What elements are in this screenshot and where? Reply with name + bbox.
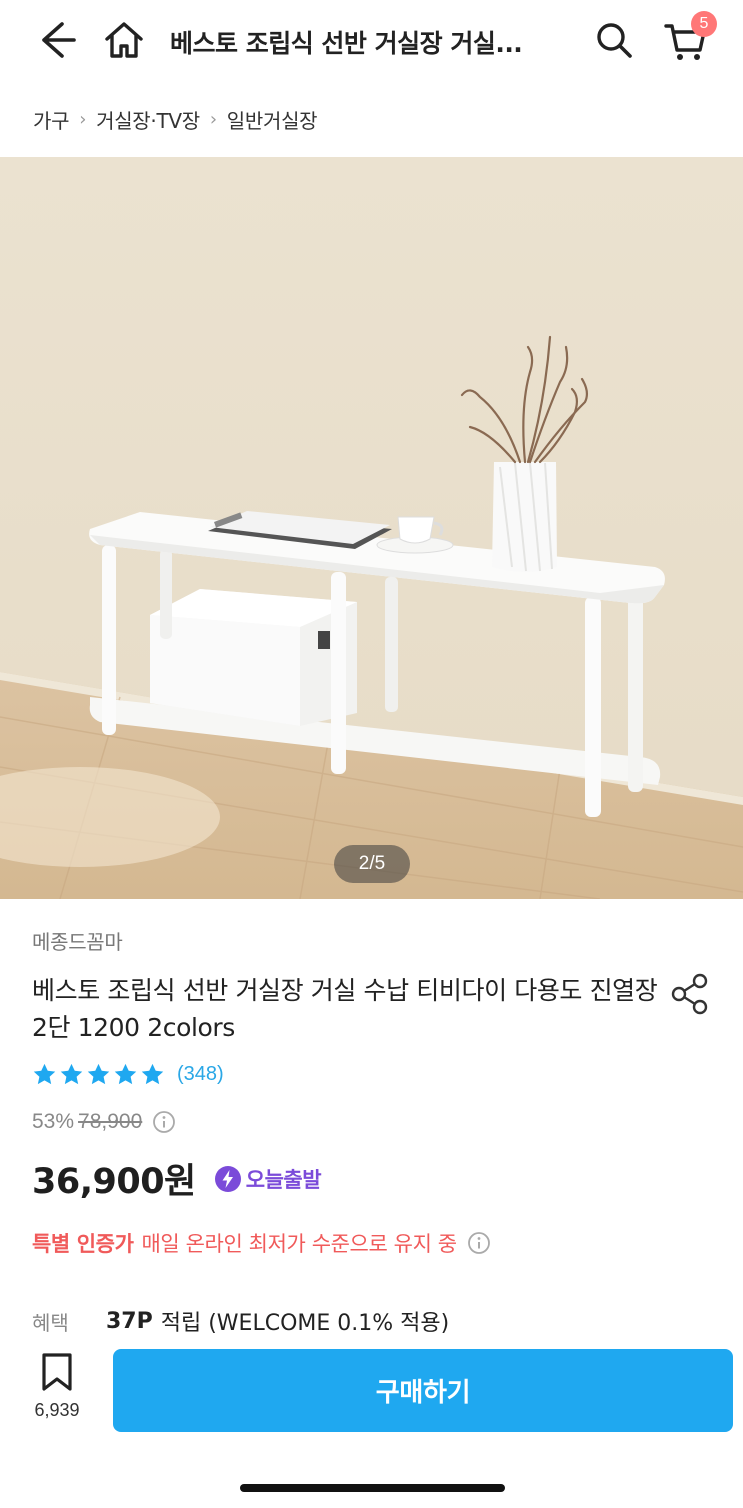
original-price: 78,900	[78, 1110, 143, 1133]
star-icon	[60, 1063, 83, 1085]
info-icon[interactable]	[467, 1231, 491, 1255]
lightning-icon	[214, 1165, 241, 1192]
breadcrumb-item-general[interactable]: 일반거실장	[227, 105, 318, 134]
star-icon	[33, 1063, 56, 1085]
special-price-text: 매일 온라인 최저가 수준으로 유지 중	[141, 1232, 458, 1256]
benefit-row: 혜택 37P 적립 (WELCOME 0.1% 적용)	[32, 1305, 449, 1337]
top-bar: 베스토 조립식 선반 거실장 거실... 5	[0, 0, 743, 84]
gallery-page-indicator: 2/5	[334, 845, 410, 883]
star-icon	[114, 1063, 137, 1085]
special-price-label: 특별 인증가	[32, 1232, 134, 1256]
chevron-right-icon: ›	[209, 108, 217, 130]
share-icon[interactable]	[664, 968, 716, 1020]
discount-row: 53% 78,900	[32, 1110, 176, 1134]
benefit-label: 혜택	[32, 1310, 69, 1335]
star-icon	[141, 1063, 164, 1085]
discount-rate: 53%	[32, 1110, 75, 1133]
breadcrumb: 가구 › 거실장·TV장 › 일반거실장	[33, 104, 318, 134]
page-title: 베스토 조립식 선반 거실장 거실...	[170, 29, 523, 58]
breadcrumb-item-furniture[interactable]: 가구	[33, 105, 70, 134]
today-ship-badge: 오늘출발	[214, 1164, 322, 1194]
price-row: 36,900원 오늘출발	[32, 1153, 322, 1204]
special-price-row: 특별 인증가 매일 온라인 최저가 수준으로 유지 중	[32, 1228, 491, 1258]
home-icon[interactable]	[98, 14, 150, 66]
review-count[interactable]: (348)	[177, 1063, 224, 1086]
breadcrumb-item-living-tv[interactable]: 거실장·TV장	[96, 105, 200, 134]
chevron-right-icon: ›	[79, 108, 87, 130]
sale-price: 36,900원	[32, 1162, 196, 1202]
star-rating	[32, 1062, 165, 1087]
bookmark-icon	[42, 1353, 72, 1391]
benefit-text: 적립 (WELCOME 0.1% 적용)	[160, 1311, 450, 1336]
bookmark-button[interactable]: 6,939	[28, 1352, 86, 1432]
home-indicator	[240, 1484, 505, 1492]
star-icon	[87, 1063, 110, 1085]
product-image[interactable]	[0, 157, 743, 899]
cart-count-badge: 5	[691, 11, 717, 37]
benefit-points: 37P	[106, 1308, 153, 1334]
buy-button[interactable]: 구매하기	[113, 1349, 733, 1432]
search-icon[interactable]	[588, 14, 640, 66]
bookmark-count: 6,939	[34, 1400, 80, 1420]
rating[interactable]: (348)	[32, 1062, 224, 1087]
info-icon[interactable]	[152, 1110, 176, 1134]
back-arrow-icon[interactable]	[30, 14, 82, 66]
today-ship-label: 오늘출발	[245, 1167, 322, 1192]
brand-name[interactable]: 메종드꼼마	[32, 926, 123, 955]
product-name: 베스토 조립식 선반 거실장 거실 수납 티비다이 다용도 진열장 2단 120…	[32, 976, 658, 1042]
